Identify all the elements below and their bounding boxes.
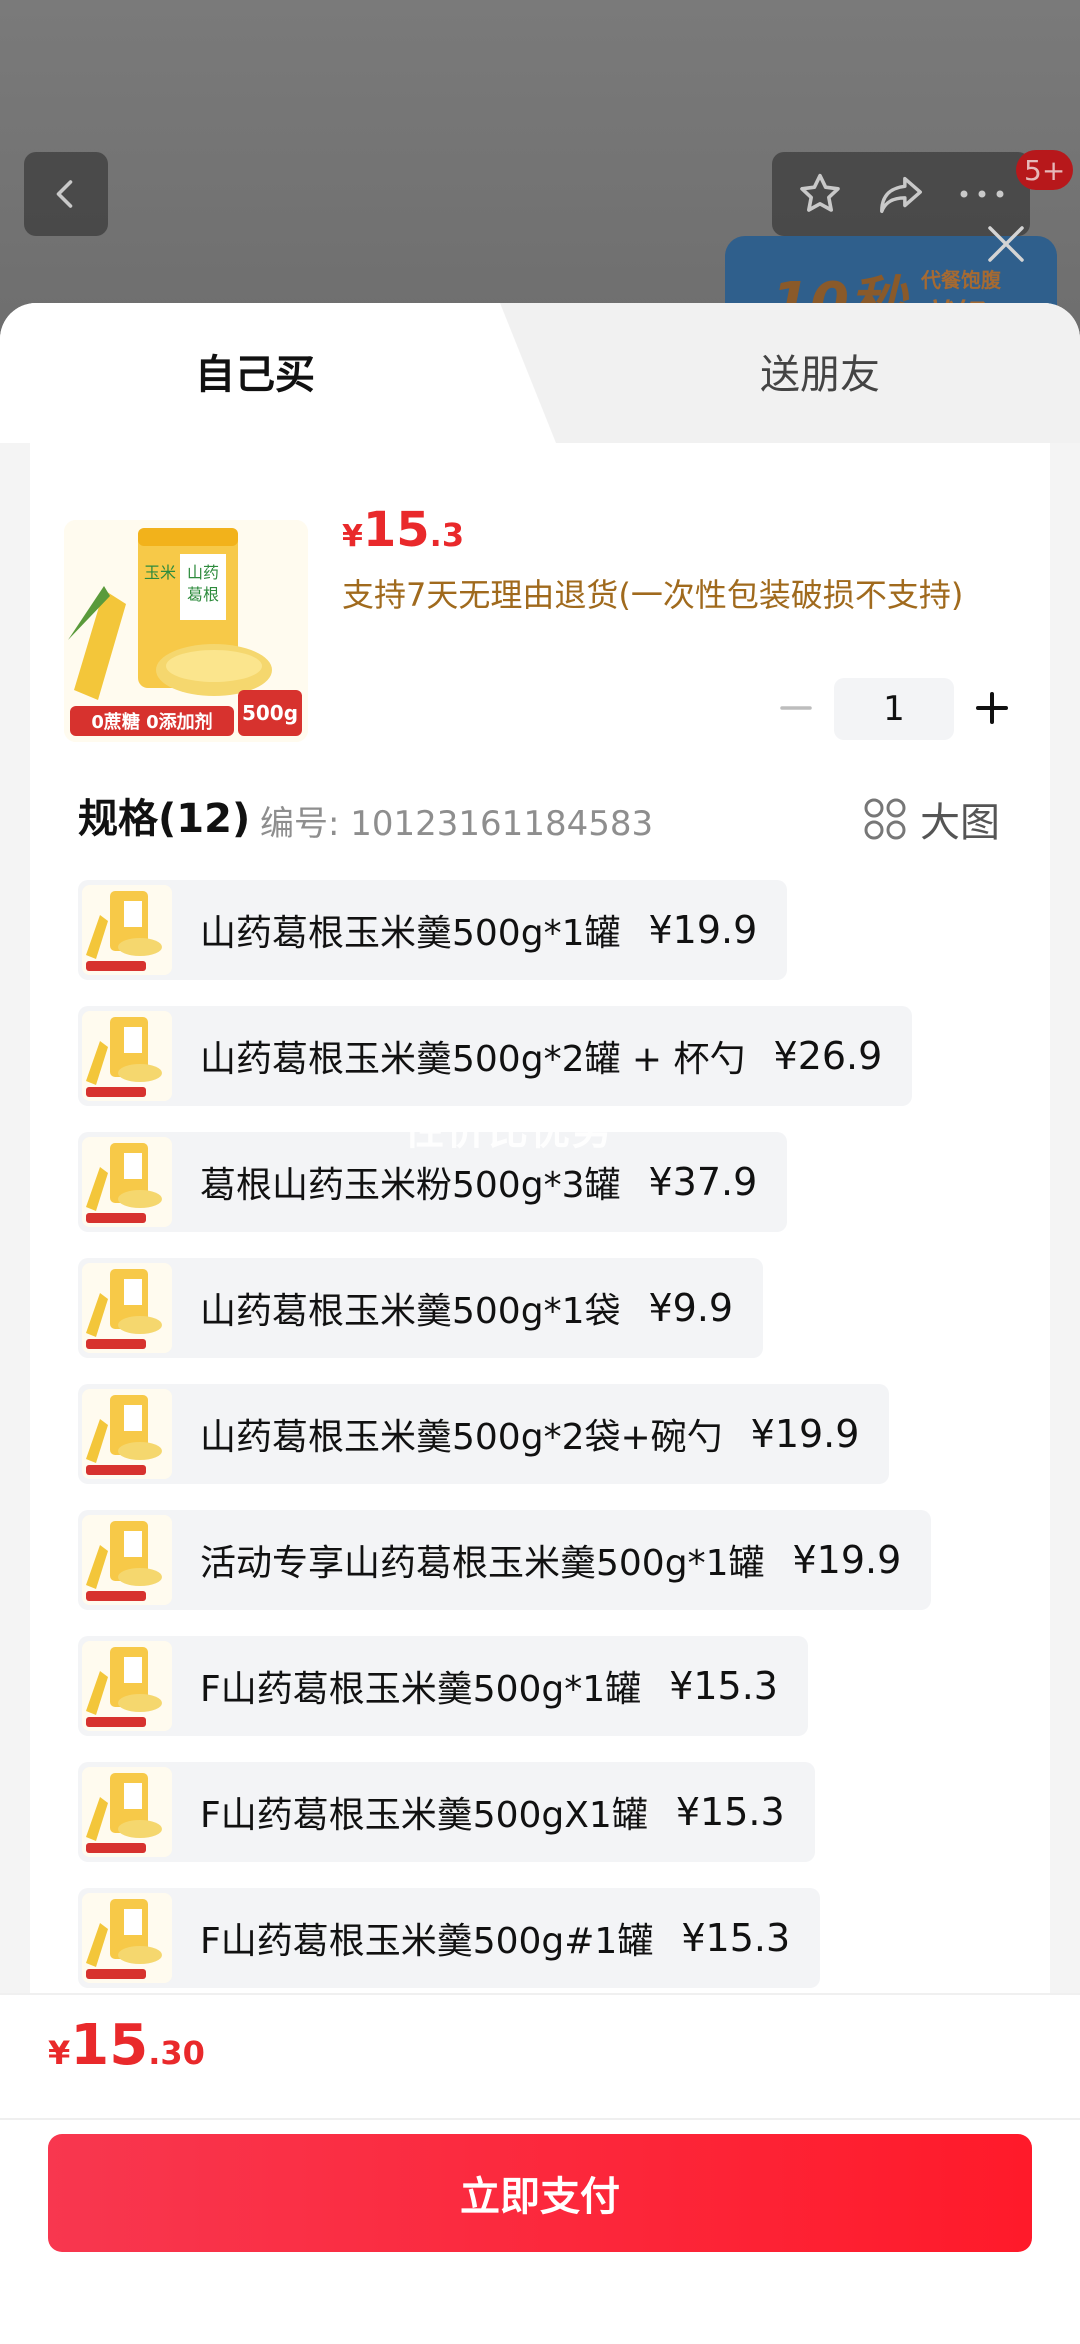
minus-icon [780, 706, 812, 710]
option-label: F山药葛根玉米羹500g*1罐 [200, 1669, 642, 1710]
option-label: 山药葛根玉米羹500g*1罐 [200, 913, 621, 954]
grid-icon [864, 798, 906, 840]
share-button[interactable] [871, 164, 931, 224]
more-dots-icon [960, 190, 1004, 198]
option-price: ¥9.9 [648, 1286, 734, 1330]
option-thumbnail [82, 1389, 172, 1479]
total-currency: ¥ [48, 2034, 71, 2072]
option-thumbnail [82, 1263, 172, 1353]
spec-option[interactable]: 山药葛根玉米羹500g*1罐 ¥19.9 [78, 880, 788, 980]
svg-text:0蔗糖 0添加剂: 0蔗糖 0添加剂 [91, 711, 212, 733]
total-price: ¥15.30 [48, 2013, 205, 2078]
svg-text:葛根: 葛根 [187, 585, 219, 604]
spec-option[interactable]: 山药葛根玉米羹500g*2袋+碗勺 ¥19.9 [78, 1384, 890, 1484]
spec-option[interactable]: F山药葛根玉米羹500g#1罐 ¥15.3 [78, 1888, 821, 1988]
option-thumbnail [82, 1515, 172, 1605]
total-decimal: .30 [148, 2034, 205, 2072]
option-label: F山药葛根玉米羹500gX1罐 [200, 1795, 648, 1836]
option-thumbnail [82, 1641, 172, 1731]
unit-price: ¥15.3 [342, 502, 464, 558]
big-image-toggle[interactable]: 大图 [864, 790, 1000, 848]
option-thumbnail [82, 1011, 172, 1101]
back-button[interactable] [24, 152, 108, 236]
svg-text:山药: 山药 [187, 563, 219, 582]
option-thumbnail [82, 1767, 172, 1857]
product-code: 编号: 10123161184583 [260, 804, 654, 844]
total-integer: 15 [70, 2013, 149, 2078]
close-icon [988, 226, 1024, 262]
option-price: ¥19.9 [648, 908, 758, 952]
star-icon [800, 173, 841, 212]
spec-option[interactable]: F山药葛根玉米羹500gX1罐 ¥15.3 [78, 1762, 815, 1862]
checkout-bar: ¥15.30 立即支付 [0, 1993, 1080, 2344]
more-button[interactable] [952, 164, 1012, 224]
option-price: ¥26.9 [773, 1034, 883, 1078]
watermark-text: 性价比优势 [404, 1108, 614, 1154]
product-can-image: 山药 葛根 玉米 0蔗糖 0添加剂 500g [64, 520, 308, 742]
footer-divider [0, 2118, 1080, 2120]
svg-text:玉米: 玉米 [144, 563, 176, 582]
favorite-button[interactable] [790, 164, 850, 224]
option-label: 活动专享山药葛根玉米羹500g*1罐 [200, 1543, 765, 1584]
option-thumbnail [82, 885, 172, 975]
close-button[interactable] [978, 216, 1034, 272]
tab-self[interactable]: 自己买 [195, 345, 315, 405]
spec-option[interactable]: 活动专享山药葛根玉米羹500g*1罐 ¥19.9 [78, 1510, 932, 1610]
option-thumbnail [82, 1137, 172, 1227]
quantity-increase-button[interactable] [972, 688, 1012, 728]
product-image[interactable]: 山药 葛根 玉米 0蔗糖 0添加剂 500g [64, 520, 308, 742]
quantity-input[interactable]: 1 [834, 678, 954, 740]
spec-option[interactable]: 山药葛根玉米羹500g*2罐 + 杯勺 ¥26.9 [78, 1006, 913, 1106]
spec-title: 规格(12) [78, 796, 251, 842]
notification-badge: 5+ [1016, 150, 1074, 190]
pay-now-button[interactable]: 立即支付 [48, 2134, 1032, 2252]
product-weight-label: 500g [242, 701, 298, 725]
option-label: 山药葛根玉米羹500g*2罐 + 杯勺 [200, 1039, 746, 1080]
option-price: ¥15.3 [681, 1916, 791, 1960]
option-price: ¥15.3 [669, 1664, 778, 1708]
quantity-decrease-button[interactable] [776, 688, 816, 728]
option-thumbnail [82, 1893, 172, 1983]
share-icon [880, 176, 922, 214]
spec-option[interactable]: 山药葛根玉米羹500g*1袋 ¥9.9 [78, 1258, 764, 1358]
option-label: F山药葛根玉米羹500g#1罐 [200, 1921, 654, 1962]
option-label: 葛根山药玉米粉500g*3罐 [200, 1165, 621, 1206]
plus-icon [976, 692, 1008, 724]
option-label: 山药葛根玉米羹500g*1袋 [200, 1291, 621, 1332]
refund-policy: 支持7天无理由退货(一次性包装破损不支持) [342, 576, 964, 614]
option-label: 山药葛根玉米羹500g*2袋+碗勺 [200, 1417, 723, 1458]
option-price: ¥37.9 [648, 1160, 758, 1204]
big-image-label: 大图 [920, 800, 1000, 846]
price-currency: ¥ [342, 519, 363, 554]
option-price: ¥19.9 [792, 1538, 902, 1582]
price-integer: 15 [362, 502, 430, 558]
spec-option[interactable]: F山药葛根玉米羹500g*1罐 ¥15.3 [78, 1636, 808, 1736]
tab-gift[interactable]: 送朋友 [760, 345, 880, 405]
option-price: ¥15.3 [675, 1790, 785, 1834]
option-price: ¥19.9 [750, 1412, 860, 1456]
price-decimal: .3 [429, 516, 465, 554]
chevron-left-icon [56, 180, 73, 208]
